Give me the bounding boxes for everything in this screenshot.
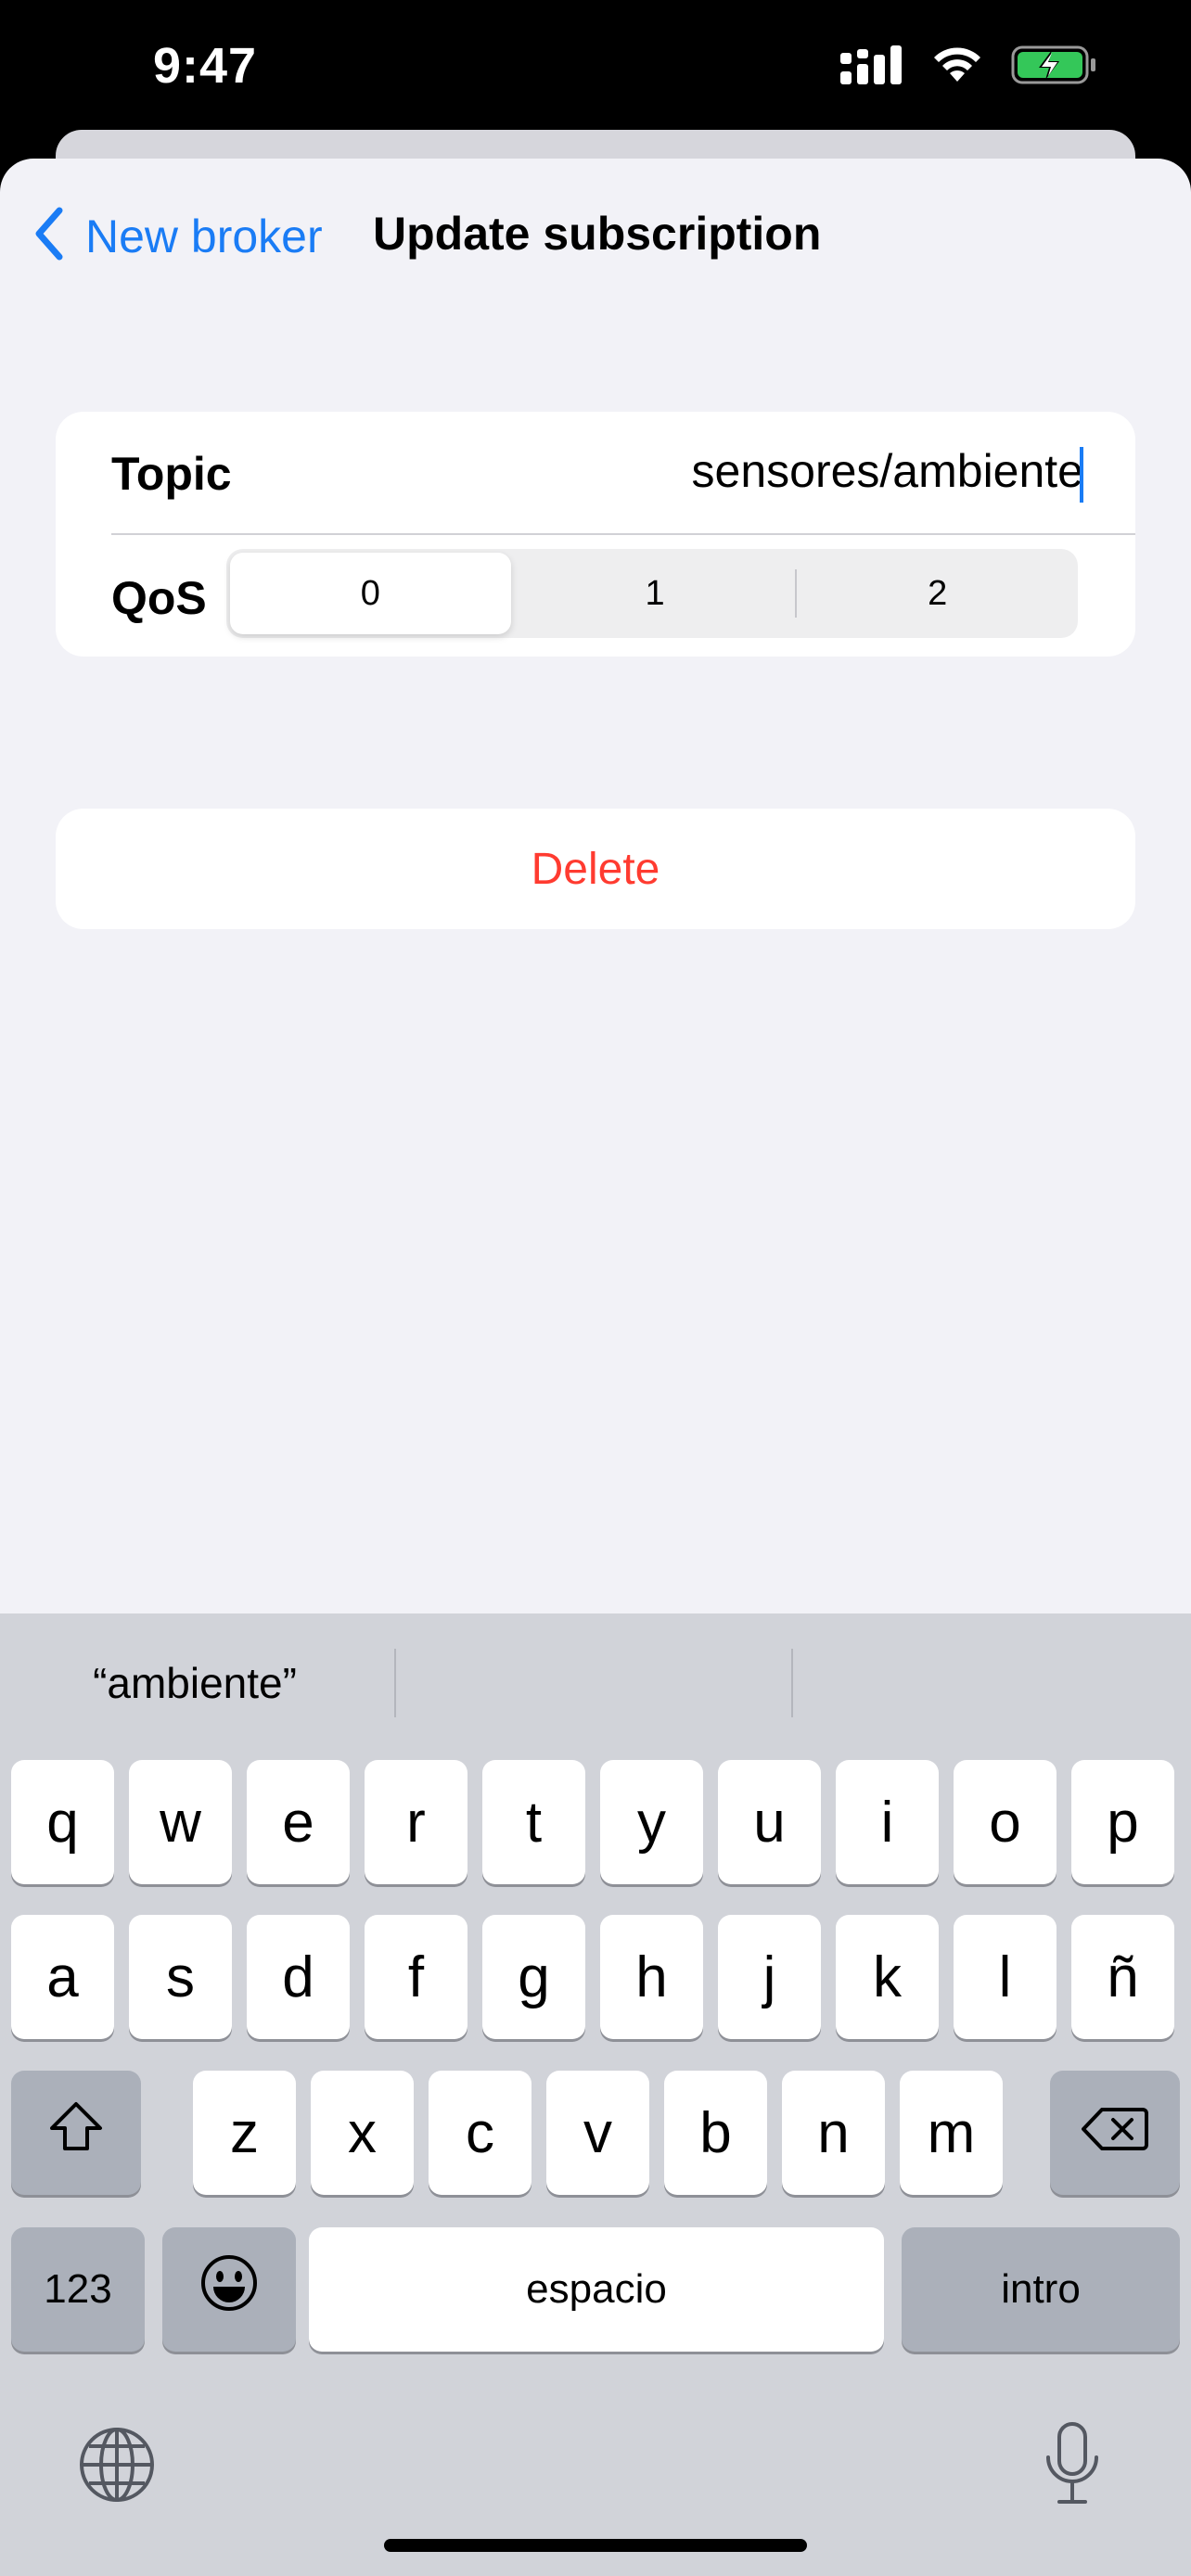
qos-row: QoS 0 1 2 xyxy=(56,534,1135,657)
prediction-1[interactable]: “ambiente” xyxy=(0,1651,390,1715)
key-u[interactable]: u xyxy=(718,1760,821,1884)
key-d[interactable]: d xyxy=(247,1915,350,2039)
backspace-icon xyxy=(1082,2100,1148,2166)
key-w[interactable]: w xyxy=(129,1760,232,1884)
qos-option-1[interactable]: 1 xyxy=(515,549,796,638)
backspace-key[interactable] xyxy=(1050,2071,1180,2195)
prediction-bar: “ambiente” xyxy=(0,1613,1191,1753)
text-cursor xyxy=(1080,447,1083,503)
prediction-2[interactable] xyxy=(399,1651,788,1715)
navigation-bar: New broker Update subscription xyxy=(0,159,1191,316)
qos-label: QoS xyxy=(111,572,207,624)
topic-input[interactable] xyxy=(378,434,1083,508)
numbers-key[interactable]: 123 xyxy=(11,2227,145,2352)
prediction-divider xyxy=(791,1649,793,1717)
emoji-key[interactable] xyxy=(162,2227,296,2352)
keyboard: “ambiente” q w e r t y u i o p a s d f g… xyxy=(0,1613,1191,2576)
key-p[interactable]: p xyxy=(1071,1760,1174,1884)
key-q[interactable]: q xyxy=(11,1760,114,1884)
key-t[interactable]: t xyxy=(482,1760,585,1884)
key-n[interactable]: n xyxy=(782,2071,885,2195)
key-m[interactable]: m xyxy=(900,2071,1003,2195)
back-button[interactable]: New broker xyxy=(33,207,323,265)
prediction-divider xyxy=(394,1649,396,1717)
key-n-tilde[interactable]: ñ xyxy=(1071,1915,1174,2039)
key-o[interactable]: o xyxy=(954,1760,1057,1884)
key-f[interactable]: f xyxy=(365,1915,467,2039)
microphone-icon[interactable] xyxy=(1043,2420,1102,2514)
key-x[interactable]: x xyxy=(311,2071,414,2195)
topic-row: Topic xyxy=(56,412,1135,532)
space-key[interactable]: espacio xyxy=(309,2227,884,2352)
key-v[interactable]: v xyxy=(546,2071,649,2195)
key-g[interactable]: g xyxy=(482,1915,585,2039)
key-c[interactable]: c xyxy=(429,2071,531,2195)
key-b[interactable]: b xyxy=(664,2071,767,2195)
key-i[interactable]: i xyxy=(836,1760,939,1884)
status-bar: 9:47 xyxy=(0,0,1191,148)
key-a[interactable]: a xyxy=(11,1915,114,2039)
key-k[interactable]: k xyxy=(836,1915,939,2039)
status-time: 9:47 xyxy=(153,38,258,94)
page-title: Update subscription xyxy=(373,208,822,260)
emoji-icon xyxy=(199,2253,259,2327)
key-y[interactable]: y xyxy=(600,1760,703,1884)
globe-icon[interactable] xyxy=(78,2426,156,2508)
qos-option-0[interactable]: 0 xyxy=(230,553,511,634)
status-icons xyxy=(840,45,1098,85)
topic-label: Topic xyxy=(111,448,232,500)
shift-icon xyxy=(48,2100,104,2166)
key-s[interactable]: s xyxy=(129,1915,232,2039)
wifi-icon xyxy=(929,45,985,85)
battery-charging-icon xyxy=(1011,45,1098,85)
return-key[interactable]: intro xyxy=(902,2227,1180,2352)
key-e[interactable]: e xyxy=(247,1760,350,1884)
shift-key[interactable] xyxy=(11,2071,141,2195)
cellular-signal-icon xyxy=(840,45,903,84)
key-r[interactable]: r xyxy=(365,1760,467,1884)
qos-option-2[interactable]: 2 xyxy=(797,549,1078,638)
key-h[interactable]: h xyxy=(600,1915,703,2039)
back-button-label: New broker xyxy=(85,210,323,262)
chevron-left-icon xyxy=(33,207,65,265)
form-divider xyxy=(111,533,1135,535)
delete-button[interactable]: Delete xyxy=(56,809,1135,929)
qos-segmented-control: 0 1 2 xyxy=(226,549,1078,638)
home-indicator[interactable] xyxy=(384,2539,807,2552)
prediction-3[interactable] xyxy=(798,1651,1187,1715)
key-j[interactable]: j xyxy=(718,1915,821,2039)
key-l[interactable]: l xyxy=(954,1915,1057,2039)
key-z[interactable]: z xyxy=(193,2071,296,2195)
